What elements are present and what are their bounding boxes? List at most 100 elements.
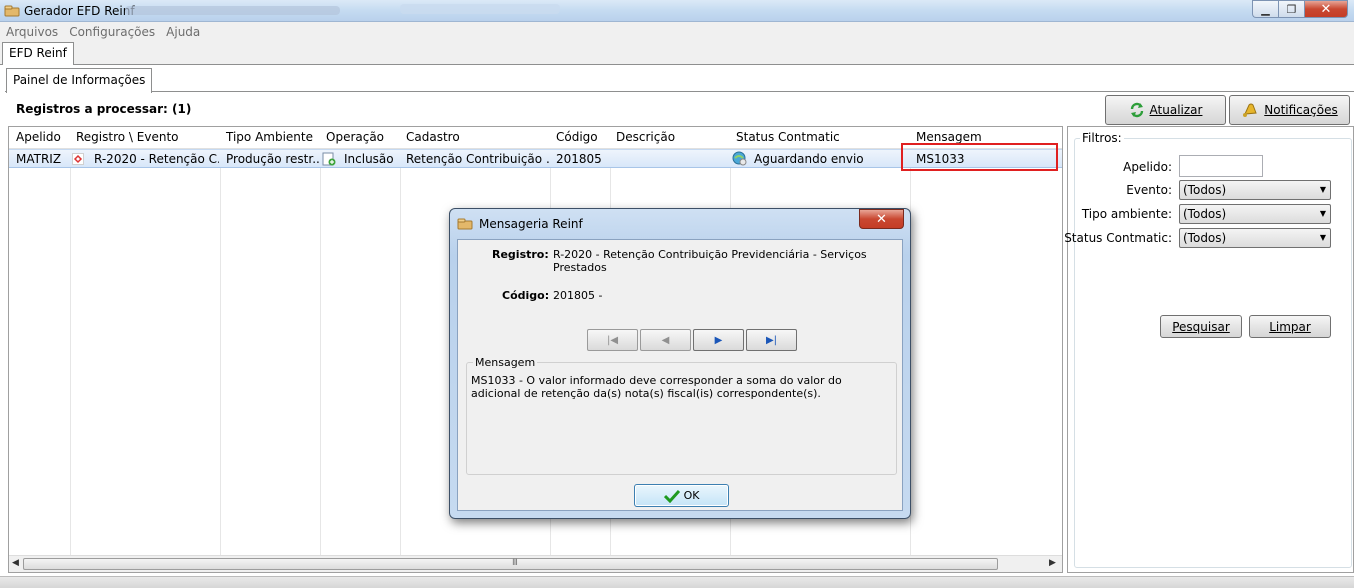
grid-column	[221, 127, 321, 572]
refresh-button[interactable]: Atualizar	[1105, 95, 1226, 125]
next-icon: ▶	[714, 334, 723, 346]
cell-codigo: 201805	[556, 152, 602, 166]
main-tabstrip: EFD Reinf	[0, 41, 1354, 66]
dropdown-arrow-icon: ▼	[1319, 233, 1326, 242]
dialog-body: Registro: R-2020 - Retenção Contribuição…	[457, 239, 903, 511]
first-record-button[interactable]: |◀	[587, 329, 638, 351]
dropdown-arrow-icon: ▼	[1319, 209, 1326, 218]
pending-send-icon	[732, 151, 747, 166]
redacted-text	[400, 4, 560, 14]
menu-bar: Arquivos Configurações Ajuda	[0, 22, 1354, 41]
status-bar	[0, 576, 1354, 588]
close-button[interactable]: ✕	[1304, 0, 1348, 18]
app-icon	[4, 5, 20, 17]
menu-configuracoes[interactable]: Configurações	[69, 25, 155, 39]
evento-select[interactable]: (Todos) ▼	[1179, 180, 1331, 200]
close-icon: ✕	[876, 211, 887, 227]
grid-column	[321, 127, 401, 572]
cell-status: Aguardando envio	[754, 152, 864, 166]
menu-ajuda[interactable]: Ajuda	[166, 25, 200, 39]
scroll-grip: III	[512, 558, 518, 568]
next-record-button[interactable]: ▶	[693, 329, 744, 351]
menu-arquivos[interactable]: Arquivos	[6, 25, 58, 39]
records-count-label: Registros a processar: (1)	[16, 102, 192, 116]
registro-label: Registro:	[492, 248, 549, 261]
apelido-label: Apelido:	[1123, 160, 1172, 174]
cell-tipo-ambiente: Produção restr...	[226, 152, 319, 166]
evento-selected: (Todos)	[1183, 183, 1227, 197]
inner-tabstrip: Painel de Informações	[5, 68, 1354, 93]
codigo-value: 201805 -	[553, 289, 603, 302]
highlight-box	[901, 143, 1058, 171]
cell-registro: R-2020 - Retenção C...	[94, 152, 219, 166]
dropdown-arrow-icon: ▼	[1319, 185, 1326, 194]
message-text: MS1033 - O valor informado deve correspo…	[471, 374, 842, 400]
tipo-ambiente-selected: (Todos)	[1183, 207, 1227, 221]
redacted-text	[125, 6, 340, 15]
horizontal-scrollbar[interactable]: ◀ III ▶	[9, 555, 1062, 572]
evento-label: Evento:	[1126, 183, 1172, 197]
maximize-button[interactable]: ❐	[1278, 0, 1304, 18]
notifications-label: Notificações	[1264, 103, 1338, 117]
search-button-label: Pesquisar	[1172, 319, 1230, 334]
ok-label: OK	[683, 489, 700, 502]
cell-apelido: MATRIZ	[16, 152, 62, 166]
column-header-tipo-ambiente[interactable]: Tipo Ambiente	[226, 130, 313, 144]
message-group: Mensagem MS1033 - O valor informado deve…	[466, 356, 897, 475]
status-contmatic-selected: (Todos)	[1183, 231, 1227, 245]
refresh-icon	[1130, 102, 1143, 118]
previous-record-button[interactable]: ◀	[640, 329, 691, 351]
search-button[interactable]: Pesquisar	[1160, 315, 1242, 338]
checkmark-icon	[663, 489, 680, 503]
codigo-label: Código:	[502, 289, 550, 302]
column-header-registro[interactable]: Registro \ Evento	[76, 130, 179, 144]
column-header-operacao[interactable]: Operação	[326, 130, 384, 144]
ok-button[interactable]: OK	[634, 484, 729, 507]
scroll-right-icon[interactable]: ▶	[1049, 558, 1056, 568]
restore-icon: ❐	[1286, 2, 1297, 16]
bell-icon	[1243, 103, 1257, 117]
cell-cadastro: Retenção Contribuição ...	[406, 152, 549, 166]
tipo-ambiente-label: Tipo ambiente:	[1081, 207, 1172, 221]
grid-column	[9, 127, 71, 572]
title-bar: Gerador EFD Reinf ▁ ❐ ✕	[0, 0, 1354, 22]
mensageria-dialog: Mensageria Reinf ✕ Registro: R-2020 - Re…	[449, 208, 911, 519]
apelido-input[interactable]	[1179, 155, 1263, 177]
minimize-button[interactable]: ▁	[1252, 0, 1278, 18]
close-icon: ✕	[1320, 1, 1332, 17]
minimize-icon: ▁	[1261, 2, 1270, 16]
last-record-button[interactable]: ▶|	[746, 329, 797, 351]
window-title: Gerador EFD Reinf	[24, 4, 135, 18]
filters-title: Filtros:	[1082, 131, 1122, 145]
notifications-button[interactable]: Notificações	[1229, 95, 1350, 125]
add-document-icon	[322, 152, 336, 166]
message-group-title: Mensagem	[473, 356, 538, 369]
column-header-cadastro[interactable]: Cadastro	[406, 130, 460, 144]
cell-operacao: Inclusão	[344, 152, 394, 166]
registro-value: R-2020 - Retenção Contribuição Previdenc…	[553, 248, 867, 274]
clear-button-label: Limpar	[1269, 319, 1311, 334]
grid-column	[71, 127, 221, 572]
last-icon: ▶|	[765, 334, 778, 346]
scrollbar-thumb[interactable]: III	[23, 558, 998, 570]
column-header-apelido[interactable]: Apelido	[16, 130, 61, 144]
column-header-mensagem[interactable]: Mensagem	[916, 130, 982, 144]
status-contmatic-select[interactable]: (Todos) ▼	[1179, 228, 1331, 248]
column-header-descricao[interactable]: Descrição	[616, 130, 675, 144]
dialog-close-button[interactable]: ✕	[859, 209, 904, 229]
previous-icon: ◀	[661, 334, 670, 346]
tab-painel-informacoes[interactable]: Painel de Informações	[6, 68, 153, 93]
first-icon: |◀	[606, 334, 619, 346]
status-contmatic-label: Status Contmatic:	[1064, 231, 1172, 245]
scroll-left-icon[interactable]: ◀	[12, 558, 19, 568]
dialog-title: Mensageria Reinf	[479, 217, 583, 231]
dialog-app-icon	[457, 218, 473, 230]
refresh-label: Atualizar	[1149, 103, 1203, 117]
column-header-codigo[interactable]: Código	[556, 130, 598, 144]
window-controls: ▁ ❐ ✕	[1252, 0, 1348, 18]
tab-efd-reinf[interactable]: EFD Reinf	[2, 42, 74, 66]
event-icon	[72, 153, 84, 165]
column-header-status[interactable]: Status Contmatic	[736, 130, 840, 144]
clear-button[interactable]: Limpar	[1249, 315, 1331, 338]
tipo-ambiente-select[interactable]: (Todos) ▼	[1179, 204, 1331, 224]
